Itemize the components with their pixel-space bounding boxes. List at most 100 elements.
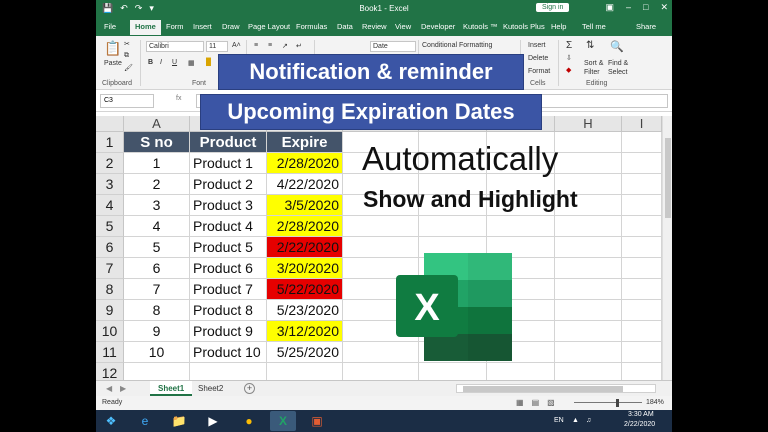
product-cell[interactable]: Product 3 [190, 195, 267, 216]
empty-cell[interactable] [622, 174, 662, 195]
scrollbar-thumb[interactable] [665, 138, 671, 218]
tab-draw[interactable]: Draw [222, 22, 240, 31]
expire-cell[interactable]: 5/22/2020 [267, 279, 343, 300]
tab-insert[interactable]: Insert [193, 22, 212, 31]
font-size-dropdown[interactable]: 11 [206, 41, 228, 52]
row-header[interactable]: 7 [96, 258, 124, 279]
fill-icon[interactable]: ⇩ [566, 54, 572, 62]
scrollbar-thumb[interactable] [463, 386, 623, 392]
page-layout-view-icon[interactable]: ▤ [532, 398, 540, 407]
conditional-formatting-button[interactable]: Conditional Formatting [422, 42, 492, 49]
format-cells-button[interactable]: Format [528, 68, 550, 75]
delete-cells-button[interactable]: Delete [528, 55, 548, 62]
row-header[interactable]: 9 [96, 300, 124, 321]
find-select-icon[interactable]: 🔍 [610, 40, 624, 53]
row-header[interactable]: 8 [96, 279, 124, 300]
underline-button[interactable]: U [172, 59, 177, 66]
empty-cell[interactable] [343, 216, 419, 237]
sign-in-button[interactable]: Sign in [536, 3, 570, 12]
empty-cell[interactable] [555, 258, 622, 279]
column-header-h[interactable]: H [555, 116, 622, 132]
minimize-icon[interactable]: – [626, 2, 631, 13]
paste-icon[interactable]: 📋 [104, 40, 121, 57]
empty-cell[interactable] [419, 216, 487, 237]
expire-cell[interactable]: 5/23/2020 [267, 300, 343, 321]
clock-date[interactable]: 2/22/2020 [624, 421, 655, 428]
ie-icon[interactable]: e [132, 411, 158, 431]
chrome-icon[interactable]: ● [236, 411, 262, 431]
empty-cell[interactable] [555, 237, 622, 258]
empty-cell[interactable] [622, 321, 662, 342]
format-painter-icon[interactable]: 🖌 [124, 64, 133, 72]
row-header[interactable]: 1 [96, 132, 124, 153]
excel-taskbar-icon[interactable]: X [270, 411, 296, 431]
product-cell[interactable]: Product 8 [190, 300, 267, 321]
windows-start-icon[interactable]: ❖ [98, 411, 124, 431]
empty-cell[interactable] [622, 258, 662, 279]
header-cell[interactable]: Expire [267, 132, 343, 153]
page-break-view-icon[interactable]: ▧ [547, 398, 555, 407]
font-grow-icon[interactable]: A˄ [232, 42, 241, 49]
product-cell[interactable]: Product 9 [190, 321, 267, 342]
name-box[interactable]: C3 [100, 94, 154, 108]
empty-cell[interactable] [555, 321, 622, 342]
media-player-icon[interactable]: ▶ [200, 411, 226, 431]
orientation-icon[interactable]: ↗ [282, 42, 288, 50]
product-cell[interactable]: Product 4 [190, 216, 267, 237]
empty-cell[interactable] [622, 342, 662, 363]
align-top-icon[interactable]: ≡ [254, 42, 258, 49]
sno-cell[interactable]: 5 [124, 237, 190, 258]
sno-cell[interactable]: 6 [124, 258, 190, 279]
row-header[interactable]: 3 [96, 174, 124, 195]
network-icon[interactable]: ▲ [572, 417, 579, 424]
product-cell[interactable]: Product 10 [190, 342, 267, 363]
add-sheet-icon[interactable]: + [244, 383, 255, 394]
ribbon-display-icon[interactable]: ▣ [605, 2, 614, 13]
empty-cell[interactable] [622, 279, 662, 300]
row-header[interactable]: 10 [96, 321, 124, 342]
close-icon[interactable]: ✕ [660, 2, 668, 13]
sno-cell[interactable]: 2 [124, 174, 190, 195]
fill-color-icon[interactable]: █ [206, 59, 211, 66]
insert-function-icon[interactable]: fx [176, 95, 181, 102]
sno-cell[interactable]: 7 [124, 279, 190, 300]
tab-file[interactable]: File [104, 22, 116, 31]
horizontal-scrollbar[interactable] [456, 384, 656, 393]
sno-cell[interactable]: 3 [124, 195, 190, 216]
product-cell[interactable]: Product 5 [190, 237, 267, 258]
header-cell[interactable]: Product [190, 132, 267, 153]
empty-cell[interactable] [622, 237, 662, 258]
row-header[interactable]: 11 [96, 342, 124, 363]
tab-developer[interactable]: Developer [421, 22, 455, 31]
font-name-dropdown[interactable]: Calibri [146, 41, 204, 52]
cut-icon[interactable]: ✂ [124, 40, 130, 48]
language-indicator[interactable]: EN [554, 417, 564, 424]
empty-cell[interactable] [487, 216, 555, 237]
expire-cell[interactable]: 2/22/2020 [267, 237, 343, 258]
copy-icon[interactable]: ⧉ [124, 52, 129, 60]
expire-cell[interactable]: 4/22/2020 [267, 174, 343, 195]
normal-view-icon[interactable]: ▦ [516, 398, 524, 407]
row-header[interactable]: 5 [96, 216, 124, 237]
find-select-label[interactable]: Find & [608, 60, 628, 67]
italic-button[interactable]: I [160, 59, 162, 66]
wrap-text-icon[interactable]: ↵ [296, 42, 302, 50]
zoom-slider-thumb[interactable] [616, 399, 619, 407]
sort-filter-icon[interactable]: ⇅ [586, 40, 594, 51]
tab-kutools-plus[interactable]: Kutools Plus [503, 22, 545, 31]
zoom-slider[interactable] [574, 402, 642, 403]
sno-cell[interactable]: 8 [124, 300, 190, 321]
bold-button[interactable]: B [148, 59, 153, 66]
media-icon[interactable]: ▣ [304, 411, 330, 431]
tab-view[interactable]: View [395, 22, 411, 31]
sno-cell[interactable]: 4 [124, 216, 190, 237]
next-sheet-icon[interactable]: ▶ [120, 384, 126, 393]
empty-cell[interactable] [555, 279, 622, 300]
expire-cell[interactable]: 3/5/2020 [267, 195, 343, 216]
tab-help[interactable]: Help [551, 22, 566, 31]
filter-label[interactable]: Filter [584, 69, 600, 76]
tab-page-layout[interactable]: Page Layout [248, 22, 290, 31]
tab-review[interactable]: Review [362, 22, 387, 31]
share-button[interactable]: Share [636, 22, 656, 31]
column-header-i[interactable]: I [622, 116, 662, 132]
